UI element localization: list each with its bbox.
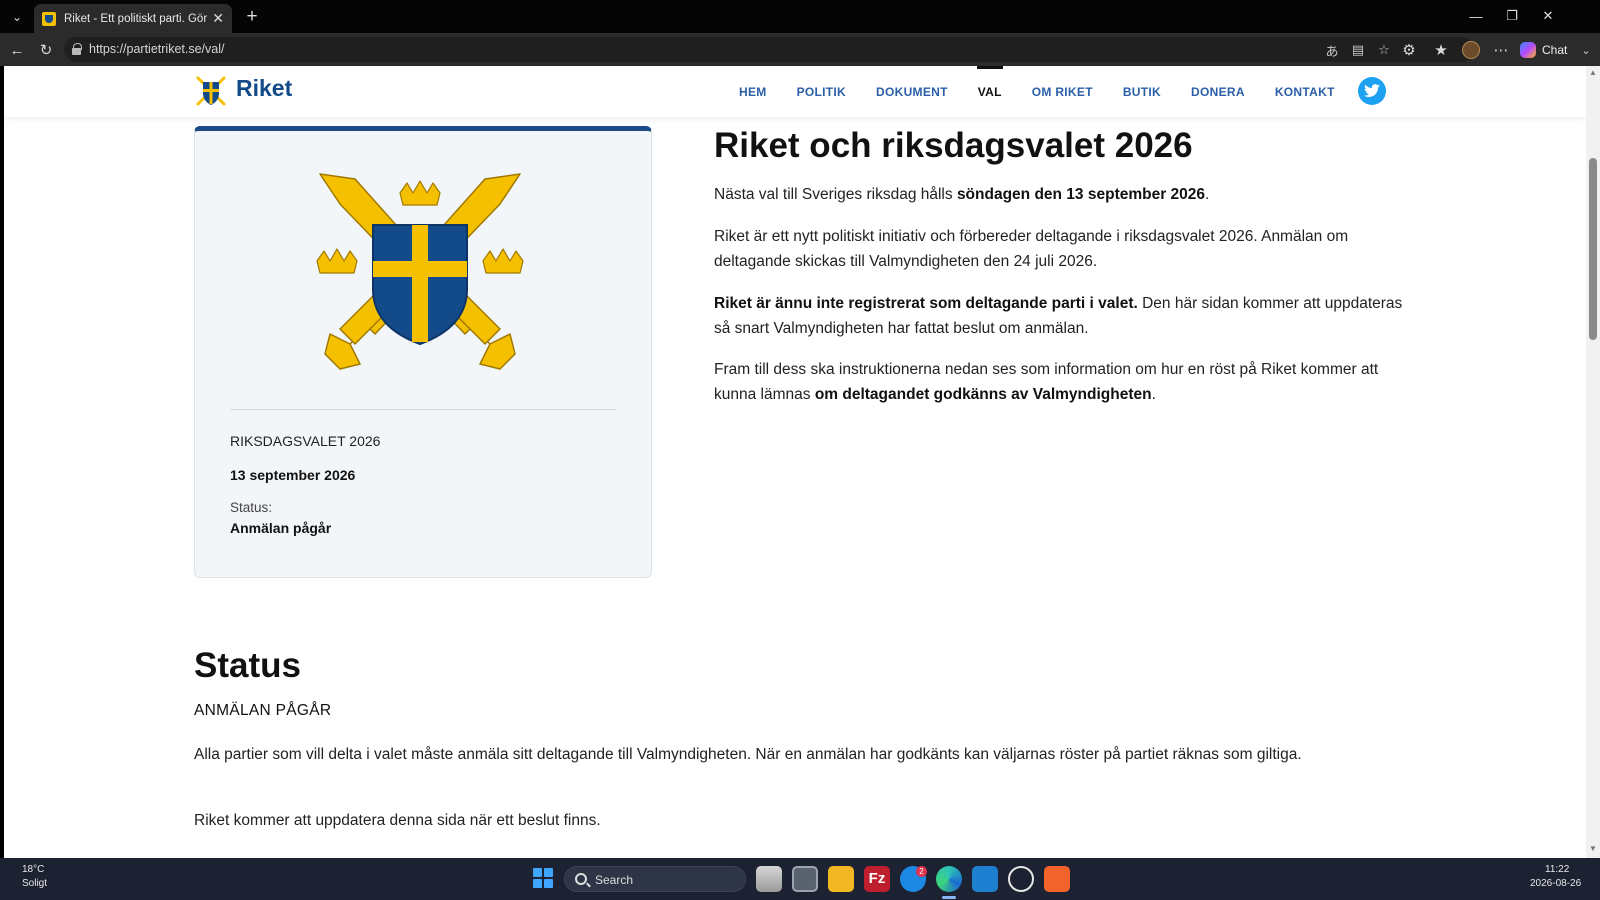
page-scrollbar[interactable]: ▲ ▼ (1586, 66, 1600, 858)
weather-condition[interactable]: Soligt (22, 878, 47, 889)
address-bar[interactable]: https://partietriket.se/val/ あ ▤ ☆ (64, 37, 1474, 62)
copilot-chat-button[interactable]: Chat ⌄ (1520, 39, 1591, 61)
card-status-label: Status: (230, 500, 273, 515)
clock-time[interactable]: 11:22 (1545, 864, 1569, 875)
url-text[interactable]: https://partietriket.se/val/ (89, 42, 224, 56)
xampp-icon[interactable] (1044, 866, 1070, 892)
start-button[interactable] (533, 868, 553, 888)
task-view-icon[interactable] (756, 866, 782, 892)
card-divider (230, 409, 616, 410)
twitter-bird-icon (1364, 84, 1380, 97)
card-status-value: Anmälan pågår (230, 520, 332, 536)
notification-badge: 2 (916, 866, 927, 877)
nav-item-donera[interactable]: DONERA (1176, 66, 1260, 117)
chevron-down-icon: ⌄ (11, 10, 23, 24)
extensions-icon[interactable]: ⚙ (1398, 39, 1420, 61)
lock-icon[interactable] (72, 43, 82, 55)
reload-button[interactable]: ↻ (35, 39, 57, 61)
site-header: Riket HEM POLITIK DOKUMENT VAL OM RIKET … (4, 66, 1586, 117)
close-window-button[interactable]: ✕ (1530, 4, 1566, 28)
scroll-up-icon[interactable]: ▲ (1588, 68, 1598, 78)
election-info-card: RIKSDAGSVALET 2026 13 september 2026 Sta… (194, 126, 652, 578)
main-nav: HEM POLITIK DOKUMENT VAL OM RIKET BUTIK … (724, 66, 1350, 117)
scrollbar-thumb[interactable] (1589, 158, 1597, 340)
clock-date[interactable]: 2026-08-26 (1530, 878, 1581, 889)
close-window-icon: ✕ (1542, 8, 1554, 23)
vscode-icon[interactable] (972, 866, 998, 892)
tab-list-button[interactable]: ⌄ (5, 5, 29, 29)
plus-icon: + (246, 6, 258, 27)
nav-item-val[interactable]: VAL (963, 66, 1017, 117)
paragraph-status-info: Alla partier som vill delta i valet måst… (194, 746, 1302, 763)
search-label: Search (595, 873, 634, 887)
minimize-button[interactable]: — (1458, 4, 1494, 28)
card-election-name: RIKSDAGSVALET 2026 (230, 433, 381, 449)
election-date-bold: söndagen den 13 september 2026 (956, 186, 1206, 203)
arrow-left-icon: ← (9, 41, 25, 59)
back-button[interactable]: ← (6, 39, 28, 61)
windows-logo-icon (544, 879, 553, 888)
paragraph-status-update: Riket kommer att uppdatera denna sida nä… (194, 812, 601, 829)
reader-mode-icon[interactable]: ▤ (1348, 40, 1368, 60)
paragraph-text: Nästa val till Sveriges riksdag hålls (714, 186, 957, 203)
paragraph-instructions: Fram till dess ska instruktionerna nedan… (714, 357, 1404, 407)
restore-icon: ❐ (1506, 8, 1518, 23)
weather-temperature[interactable]: 18°C (22, 864, 44, 875)
reload-icon: ↻ (39, 42, 53, 59)
new-tab-button[interactable]: + (240, 5, 264, 29)
filezilla-icon[interactable]: Fz (864, 866, 890, 892)
card-election-date: 13 september 2026 (230, 467, 356, 483)
profile-avatar[interactable] (1462, 41, 1480, 59)
file-explorer-icon[interactable] (828, 866, 854, 892)
calculator-icon[interactable] (792, 866, 818, 892)
nav-item-om-riket[interactable]: OM RIKET (1017, 66, 1108, 117)
page-title: Riket och riksdagsvalet 2026 (714, 126, 1193, 165)
nav-item-dokument[interactable]: DOKUMENT (861, 66, 963, 117)
status-heading: Status (194, 646, 301, 685)
more-menu-icon[interactable]: ⋯ (1490, 39, 1512, 61)
riket-logo-icon[interactable] (194, 74, 228, 108)
coat-of-arms-icon (316, 173, 524, 370)
chatgpt-icon[interactable] (1008, 866, 1034, 892)
tab-active[interactable]: Riket - Ett politiskt parti. Gör Sverige… (34, 4, 232, 33)
paragraph-registration: Riket är ännu inte registrerat som delta… (714, 291, 1404, 341)
favorites-icon[interactable]: ★ (1430, 39, 1452, 61)
minimize-icon: — (1469, 8, 1483, 24)
nav-item-kontakt[interactable]: KONTAKT (1260, 66, 1350, 117)
paragraph-text: . (1151, 386, 1156, 403)
logo-text[interactable]: Riket (236, 75, 292, 102)
translate-icon[interactable]: あ (1322, 40, 1342, 60)
windows-logo-icon (533, 868, 542, 877)
nav-item-butik[interactable]: BUTIK (1108, 66, 1176, 117)
twitter-button[interactable] (1358, 77, 1386, 105)
page-viewport: Riket HEM POLITIK DOKUMENT VAL OM RIKET … (4, 66, 1586, 858)
tab-bar: ⌄ Riket - Ett politiskt parti. Gör Sveri… (0, 0, 1600, 33)
registration-bold: Riket är ännu inte registrerat som delta… (714, 295, 1138, 312)
star-icon[interactable]: ☆ (1374, 40, 1394, 60)
paragraph-election-date: Nästa val till Sveriges riksdag hålls sö… (714, 182, 1404, 207)
chevron-down-icon: ⌄ (1581, 44, 1591, 57)
nav-item-hem[interactable]: HEM (724, 66, 782, 117)
paragraph-text: . (1205, 186, 1210, 203)
restore-button[interactable]: ❐ (1494, 4, 1530, 28)
windows-logo-icon (533, 879, 542, 888)
browser-toolbar: ← ↻ https://partietriket.se/val/ あ ▤ ☆ ⚙… (0, 33, 1600, 66)
copilot-icon (1520, 42, 1536, 58)
paragraph-initiative: Riket är ett nytt politiskt initiativ oc… (714, 228, 1349, 270)
taskbar-search[interactable]: Search (564, 866, 746, 892)
chat-label: Chat (1542, 43, 1568, 57)
approval-bold: om deltagandet godkänns av Valmyndighete… (814, 386, 1152, 403)
search-icon (575, 873, 587, 885)
tab-title: Riket - Ett politiskt parti. Gör Sverige (64, 12, 208, 25)
status-subheading: ANMÄLAN PÅGÅR (194, 702, 332, 719)
nav-item-politik[interactable]: POLITIK (782, 66, 861, 117)
site-favicon-icon (42, 11, 56, 26)
edge-icon[interactable] (936, 866, 962, 892)
windows-logo-icon (544, 868, 553, 877)
running-indicator (942, 896, 956, 899)
windows-taskbar: 18°C Soligt Search Fz 2 11:22 2026-08-26 (0, 858, 1600, 900)
close-icon[interactable]: ✕ (212, 10, 224, 27)
scroll-down-icon[interactable]: ▼ (1588, 844, 1598, 854)
